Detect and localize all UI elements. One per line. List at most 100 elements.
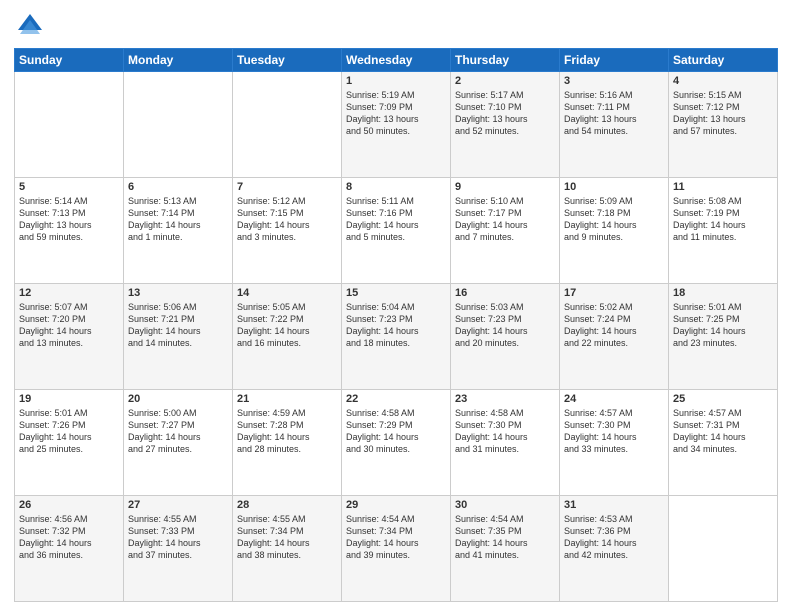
calendar-cell: 30Sunrise: 4:54 AM Sunset: 7:35 PM Dayli… [451,496,560,602]
weekday-row: SundayMondayTuesdayWednesdayThursdayFrid… [15,49,778,72]
day-info: Sunrise: 4:55 AM Sunset: 7:34 PM Dayligh… [237,513,337,562]
weekday-header: Wednesday [342,49,451,72]
calendar-table: SundayMondayTuesdayWednesdayThursdayFrid… [14,48,778,602]
day-info: Sunrise: 5:09 AM Sunset: 7:18 PM Dayligh… [564,195,664,244]
calendar-cell: 5 Sunrise: 5:14 AM Sunset: 7:13 PM Daylig… [15,178,124,284]
day-info: Sunrise: 5:14 AM Sunset: 7:13 PM Dayligh… [19,195,119,244]
weekday-header: Sunday [15,49,124,72]
calendar-cell: 3 Sunrise: 5:16 AM Sunset: 7:11 PM Daylig… [560,72,669,178]
calendar-cell: 2 Sunrise: 5:17 AM Sunset: 7:10 PM Daylig… [451,72,560,178]
calendar-week-row: 19 Sunrise: 5:01 AM Sunset: 7:26 PM Dayli… [15,390,778,496]
day-number: 19 [19,393,119,405]
calendar-cell: 21 Sunrise: 4:59 AM Sunset: 7:28 PM Dayli… [233,390,342,496]
day-number: 13 [128,287,228,299]
day-info: Sunrise: 4:55 AM Sunset: 7:33 PM Dayligh… [128,513,228,562]
calendar-cell: 19 Sunrise: 5:01 AM Sunset: 7:26 PM Dayli… [15,390,124,496]
calendar-cell: 17Sunrise: 5:02 AM Sunset: 7:24 PM Dayli… [560,284,669,390]
day-info: Sunrise: 5:16 AM Sunset: 7:11 PM Dayligh… [564,89,664,138]
weekday-header: Saturday [669,49,778,72]
calendar-cell: 10 Sunrise: 5:09 AM Sunset: 7:18 PM Dayli… [560,178,669,284]
day-number: 26 [19,499,119,511]
weekday-header: Tuesday [233,49,342,72]
calendar-cell: 28 Sunrise: 4:55 AM Sunset: 7:34 PM Dayli… [233,496,342,602]
day-number: 4 [673,75,773,87]
day-info: Sunrise: 5:02 AM Sunset: 7:24 PM Dayligh… [564,301,664,350]
calendar-cell: 15 Sunrise: 5:04 AM Sunset: 7:23 PM Dayli… [342,284,451,390]
day-info: Sunrise: 5:07 AM Sunset: 7:20 PM Dayligh… [19,301,119,350]
day-number: 21 [237,393,337,405]
day-info: Sunrise: 4:53 AM Sunset: 7:36 PM Dayligh… [564,513,664,562]
day-number: 27 [128,499,228,511]
calendar-cell: 27 Sunrise: 4:55 AM Sunset: 7:33 PM Dayli… [124,496,233,602]
calendar-cell: 22 Sunrise: 4:58 AM Sunset: 7:29 PM Dayli… [342,390,451,496]
calendar-cell: 6Sunrise: 5:13 AM Sunset: 7:14 PM Daylig… [124,178,233,284]
day-number: 18 [673,287,773,299]
day-number: 5 [19,181,119,193]
calendar-cell: 13 Sunrise: 5:06 AM Sunset: 7:21 PM Dayli… [124,284,233,390]
calendar-cell: 20 Sunrise: 5:00 AM Sunset: 7:27 PM Dayli… [124,390,233,496]
weekday-header: Monday [124,49,233,72]
calendar-cell: 1 Sunrise: 5:19 AM Sunset: 7:09 PM Daylig… [342,72,451,178]
day-number: 24 [564,393,664,405]
day-info: Sunrise: 5:01 AM Sunset: 7:26 PM Dayligh… [19,407,119,456]
day-info: Sunrise: 5:12 AM Sunset: 7:15 PM Dayligh… [237,195,337,244]
day-info: Sunrise: 4:59 AM Sunset: 7:28 PM Dayligh… [237,407,337,456]
calendar-cell: 16 Sunrise: 5:03 AM Sunset: 7:23 PM Dayli… [451,284,560,390]
day-number: 28 [237,499,337,511]
calendar-week-row: 12Sunrise: 5:07 AM Sunset: 7:20 PM Dayli… [15,284,778,390]
calendar-cell: 23 Sunrise: 4:58 AM Sunset: 7:30 PM Dayli… [451,390,560,496]
day-number: 2 [455,75,555,87]
day-number: 10 [564,181,664,193]
calendar-cell [669,496,778,602]
calendar-cell [233,72,342,178]
day-info: Sunrise: 5:04 AM Sunset: 7:23 PM Dayligh… [346,301,446,350]
day-number: 3 [564,75,664,87]
day-info: Sunrise: 5:00 AM Sunset: 7:27 PM Dayligh… [128,407,228,456]
day-info: Sunrise: 5:11 AM Sunset: 7:16 PM Dayligh… [346,195,446,244]
calendar-cell: 25Sunrise: 4:57 AM Sunset: 7:31 PM Dayli… [669,390,778,496]
day-info: Sunrise: 5:15 AM Sunset: 7:12 PM Dayligh… [673,89,773,138]
calendar-cell [15,72,124,178]
day-info: Sunrise: 5:06 AM Sunset: 7:21 PM Dayligh… [128,301,228,350]
page: SundayMondayTuesdayWednesdayThursdayFrid… [0,0,792,612]
day-number: 6 [128,181,228,193]
day-number: 31 [564,499,664,511]
day-number: 15 [346,287,446,299]
day-info: Sunrise: 4:58 AM Sunset: 7:29 PM Dayligh… [346,407,446,456]
calendar-cell: 18 Sunrise: 5:01 AM Sunset: 7:25 PM Dayli… [669,284,778,390]
day-number: 16 [455,287,555,299]
day-info: Sunrise: 4:58 AM Sunset: 7:30 PM Dayligh… [455,407,555,456]
day-info: Sunrise: 5:17 AM Sunset: 7:10 PM Dayligh… [455,89,555,138]
day-number: 23 [455,393,555,405]
day-number: 20 [128,393,228,405]
day-number: 30 [455,499,555,511]
day-number: 22 [346,393,446,405]
day-number: 1 [346,75,446,87]
day-info: Sunrise: 4:54 AM Sunset: 7:34 PM Dayligh… [346,513,446,562]
calendar-cell [124,72,233,178]
calendar-cell: 11Sunrise: 5:08 AM Sunset: 7:19 PM Dayli… [669,178,778,284]
logo-icon [14,10,46,42]
weekday-header: Thursday [451,49,560,72]
day-number: 11 [673,181,773,193]
calendar-week-row: 1 Sunrise: 5:19 AM Sunset: 7:09 PM Daylig… [15,72,778,178]
calendar-week-row: 26 Sunrise: 4:56 AM Sunset: 7:32 PM Dayli… [15,496,778,602]
day-info: Sunrise: 4:56 AM Sunset: 7:32 PM Dayligh… [19,513,119,562]
day-number: 8 [346,181,446,193]
calendar-cell: 29Sunrise: 4:54 AM Sunset: 7:34 PM Dayli… [342,496,451,602]
day-info: Sunrise: 5:01 AM Sunset: 7:25 PM Dayligh… [673,301,773,350]
day-number: 14 [237,287,337,299]
calendar-cell: 24 Sunrise: 4:57 AM Sunset: 7:30 PM Dayli… [560,390,669,496]
calendar-cell: 26 Sunrise: 4:56 AM Sunset: 7:32 PM Dayli… [15,496,124,602]
day-info: Sunrise: 5:10 AM Sunset: 7:17 PM Dayligh… [455,195,555,244]
calendar-cell: 4 Sunrise: 5:15 AM Sunset: 7:12 PM Daylig… [669,72,778,178]
day-info: Sunrise: 5:03 AM Sunset: 7:23 PM Dayligh… [455,301,555,350]
calendar-cell: 9Sunrise: 5:10 AM Sunset: 7:17 PM Daylig… [451,178,560,284]
calendar-week-row: 5 Sunrise: 5:14 AM Sunset: 7:13 PM Daylig… [15,178,778,284]
weekday-header: Friday [560,49,669,72]
day-info: Sunrise: 5:19 AM Sunset: 7:09 PM Dayligh… [346,89,446,138]
calendar-body: 1 Sunrise: 5:19 AM Sunset: 7:09 PM Daylig… [15,72,778,602]
calendar-cell: 31 Sunrise: 4:53 AM Sunset: 7:36 PM Dayli… [560,496,669,602]
day-number: 7 [237,181,337,193]
day-info: Sunrise: 4:57 AM Sunset: 7:30 PM Dayligh… [564,407,664,456]
